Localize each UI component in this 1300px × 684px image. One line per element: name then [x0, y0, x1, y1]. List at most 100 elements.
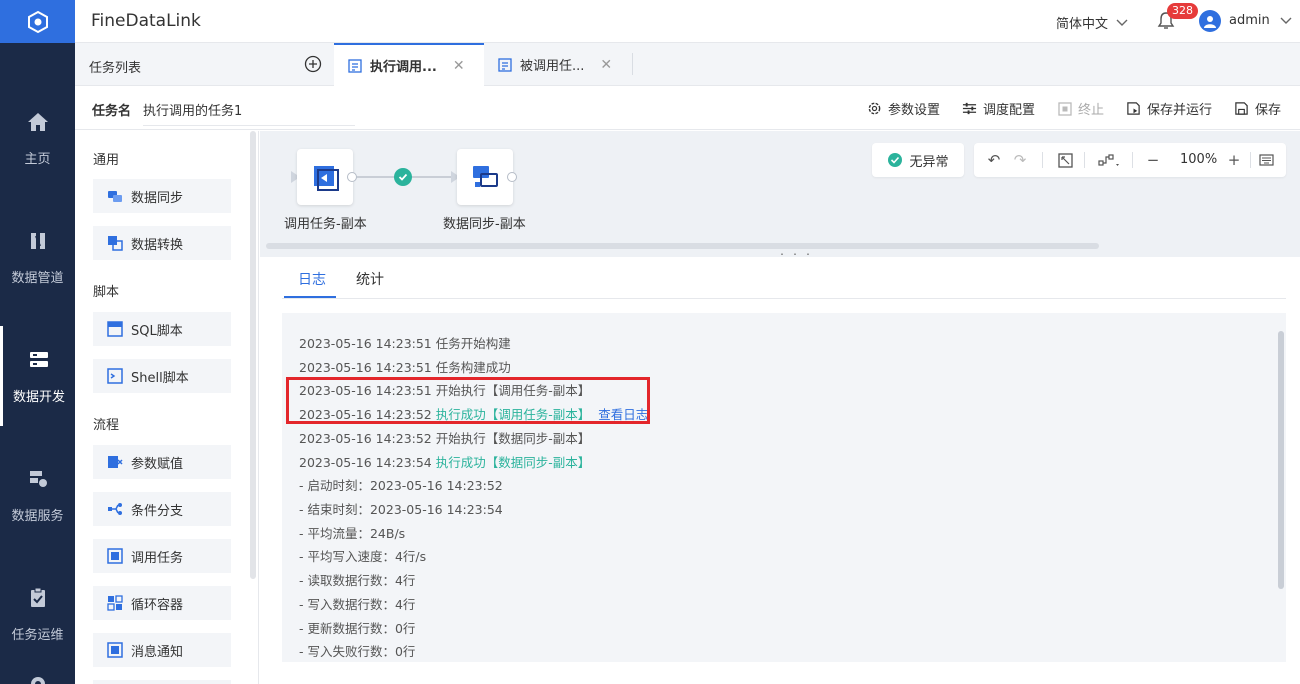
close-icon[interactable]: ✕: [600, 57, 612, 73]
log-line: 2023-05-16 14:23:51 任务开始构建: [299, 336, 511, 351]
save-run-button[interactable]: 保存并运行: [1126, 99, 1212, 118]
palette-label: 条件分支: [131, 503, 184, 519]
chevron-down-icon: [1116, 19, 1128, 26]
fit-view-icon[interactable]: [1057, 152, 1073, 168]
section-general: 通用: [93, 153, 120, 168]
keyboard-icon[interactable]: [1258, 152, 1274, 168]
nav-label: 数据开发: [12, 389, 65, 405]
canvas-toolbar: ↶ ↷ − 100% +: [974, 143, 1286, 177]
branch-icon: [107, 501, 123, 517]
palette-item-shell-script[interactable]: Shell脚本: [93, 359, 231, 393]
save-button[interactable]: 保存: [1234, 99, 1281, 118]
task-file-icon: [348, 58, 362, 73]
log-line: - 结束时刻：2023-05-16 14:23:54: [299, 502, 503, 517]
palette-item-data-sync[interactable]: 数据同步: [93, 179, 231, 213]
section-flow: 流程: [93, 418, 120, 433]
close-icon[interactable]: ✕: [453, 58, 465, 74]
palette-item-message-notify[interactable]: 消息通知: [93, 633, 231, 667]
palette-item-condition-branch[interactable]: 条件分支: [93, 492, 231, 526]
save-icon: [1235, 102, 1248, 115]
palette-label: 参数赋值: [131, 456, 184, 472]
node-label: 数据同步-副本: [443, 217, 526, 232]
nav-item-task-ops[interactable]: 任务运维: [0, 564, 75, 664]
success-check-icon: [394, 168, 412, 186]
nav-item-home[interactable]: 主页: [0, 88, 75, 188]
schedule-button[interactable]: 调度配置: [962, 99, 1035, 118]
params-label: 参数设置: [888, 103, 941, 118]
palette-item-invoke-task[interactable]: 调用任务: [93, 539, 231, 573]
palette-item-param-assign[interactable]: 参数赋值: [93, 445, 231, 479]
pipeline-icon: [26, 229, 50, 253]
message-icon: [107, 642, 123, 658]
tab-divider-line: [282, 298, 1286, 299]
log-line: 2023-05-16 14:23:54 执行成功【数据同步-副本】: [299, 452, 590, 471]
avatar[interactable]: [1199, 10, 1221, 32]
language-select[interactable]: 简体中文: [1056, 13, 1128, 32]
log-line: 2023-05-16 14:23:52 开始执行【数据同步-副本】: [299, 431, 591, 446]
app-logo[interactable]: [0, 0, 75, 43]
user-icon: [1204, 16, 1216, 28]
data-sync-icon: [473, 166, 498, 187]
palette-item-data-transform[interactable]: 数据转换: [93, 226, 231, 260]
user-menu[interactable]: admin: [1229, 13, 1292, 28]
tab-log[interactable]: 日志: [298, 269, 326, 289]
log-line: 2023-05-16 14:23:51 任务构建成功: [299, 360, 511, 375]
nav-item-more[interactable]: [0, 660, 75, 684]
add-circle-icon[interactable]: [304, 55, 322, 73]
output-port[interactable]: [507, 172, 517, 182]
output-port[interactable]: [347, 172, 357, 182]
sql-icon: [107, 321, 123, 337]
flow-node-data-sync[interactable]: [457, 149, 513, 205]
sliders-icon: [962, 102, 977, 115]
zoom-level: 100%: [1180, 152, 1218, 167]
log-line: - 更新数据行数：0行: [299, 621, 416, 636]
log-success-text: 执行成功【数据同步-副本】: [435, 455, 591, 470]
param-assign-icon: [107, 454, 123, 470]
palette-item-loop-container[interactable]: 循环容器: [93, 586, 231, 620]
stop-button[interactable]: 终止: [1058, 99, 1104, 118]
redo-icon[interactable]: ↷: [1012, 151, 1028, 169]
save-label: 保存: [1255, 103, 1282, 118]
nav-item-data-service[interactable]: 数据服务: [0, 445, 75, 545]
tab-stats[interactable]: 统计: [356, 269, 384, 289]
undo-icon[interactable]: ↶: [986, 151, 1002, 169]
nav-item-pipeline[interactable]: 数据管道: [0, 207, 75, 307]
zoom-out-icon[interactable]: −: [1145, 151, 1161, 169]
data-dev-icon: [27, 348, 51, 372]
data-service-icon: [26, 467, 50, 491]
log-output[interactable]: 2023-05-16 14:23:51 任务开始构建 2023-05-16 14…: [282, 313, 1286, 662]
flow-canvas[interactable]: 调用任务-副本 数据同步-副本 无异常 ↶ ↷ − 100% +: [260, 131, 1300, 257]
task-file-icon: [498, 57, 512, 72]
zoom-in-icon[interactable]: +: [1226, 151, 1242, 169]
palette-scrollbar[interactable]: [250, 131, 256, 579]
palette-item-partial: [93, 680, 231, 684]
task-list-label[interactable]: 任务列表: [89, 57, 141, 76]
log-line: - 写入失败行数：0行: [299, 644, 416, 659]
task-name-input[interactable]: 执行调用的任务1: [143, 100, 355, 126]
left-nav: 主页 数据管道 数据开发 数据服务 任务运维: [0, 0, 75, 684]
component-palette: 通用 数据同步 数据转换 脚本 SQL脚本 Shell脚本 流程 参数赋值 条件…: [75, 131, 259, 684]
layout-icon[interactable]: [1097, 152, 1123, 168]
task-ops-icon: [26, 586, 50, 610]
palette-item-sql-script[interactable]: SQL脚本: [93, 312, 231, 346]
palette-label: SQL脚本: [131, 323, 183, 339]
tab-invoked-task[interactable]: 被调用任... ✕: [484, 43, 634, 86]
active-tab-indicator: [284, 296, 336, 298]
nav-label: 数据管道: [11, 270, 64, 286]
data-transform-icon: [107, 235, 123, 251]
canvas-scrollbar[interactable]: [266, 243, 1099, 249]
log-scrollbar[interactable]: [1278, 331, 1284, 589]
stop-label: 终止: [1078, 103, 1105, 118]
nav-label: 主页: [24, 151, 51, 167]
nav-item-data-dev[interactable]: 数据开发: [0, 326, 75, 426]
tab-divider: [632, 53, 633, 75]
tab-execute-invoke[interactable]: 执行调用... ✕: [334, 43, 484, 86]
status-indicator[interactable]: 无异常: [872, 143, 964, 177]
gear-icon: [26, 674, 50, 684]
flow-node-invoke-task[interactable]: [297, 149, 353, 205]
toolbar-divider: [1084, 152, 1085, 168]
section-script: 脚本: [93, 285, 120, 300]
data-sync-icon: [107, 188, 123, 204]
palette-label: 调用任务: [131, 550, 184, 566]
params-button[interactable]: 参数设置: [867, 99, 940, 118]
